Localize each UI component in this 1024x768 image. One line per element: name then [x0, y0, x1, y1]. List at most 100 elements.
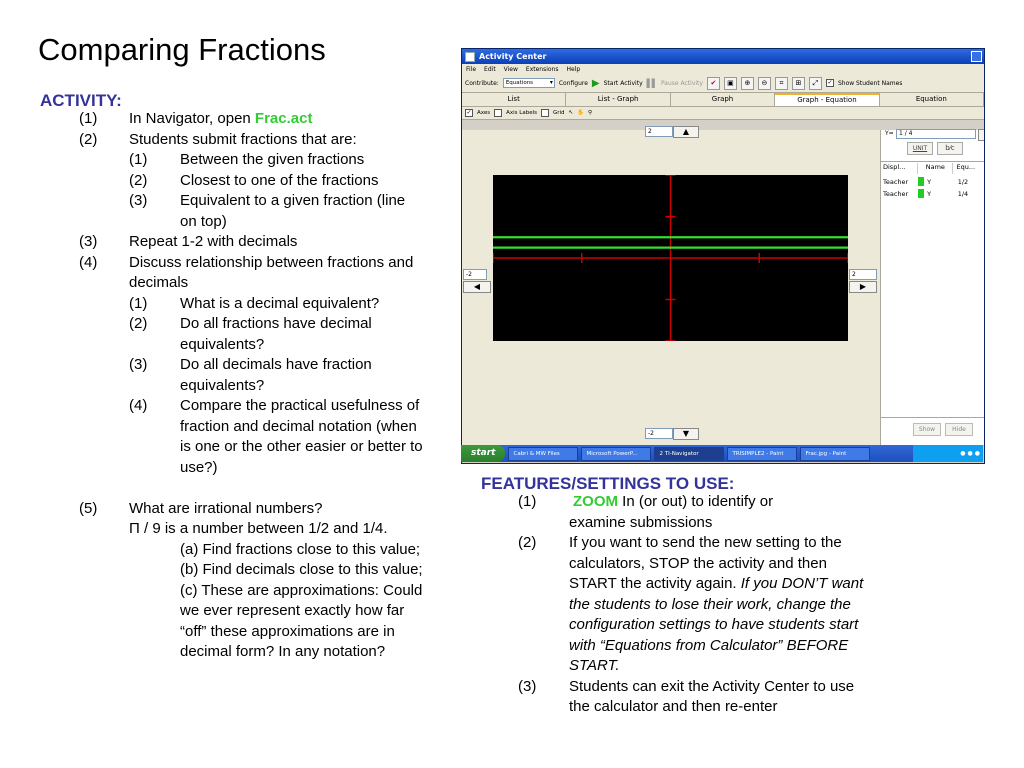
equation-submit-button[interactable]	[978, 129, 984, 141]
pan-up-button[interactable]: ▲	[673, 126, 699, 138]
show-student-names-checkbox[interactable]: ✓	[825, 79, 834, 87]
column-name[interactable]: Name	[918, 163, 954, 174]
divider	[881, 417, 984, 418]
pause-activity-button[interactable]: Pause Activity	[661, 80, 703, 87]
window-settings-icon[interactable]: ⤢	[808, 76, 822, 90]
start-activity-button[interactable]: Start Activity	[604, 80, 643, 87]
tab-graph-equation[interactable]: Graph - Equation	[775, 93, 880, 106]
ymin-field[interactable]: -2	[645, 428, 673, 439]
zoom-box-icon[interactable]: ⌗	[774, 76, 788, 90]
frac-act-filename: Frac.act	[254, 110, 313, 127]
activity-heading: ACTIVITY:	[40, 91, 122, 110]
menu-extensions[interactable]: Extensions	[526, 66, 559, 73]
view-tabs: List List - Graph Graph Graph - Equation…	[462, 93, 984, 107]
list-item: (3) Students can exit the Activity Cente…	[518, 677, 855, 716]
list-item: (3) Do all decimals have fraction equiva…	[129, 356, 372, 394]
hide-button[interactable]: Hide	[945, 423, 973, 436]
tab-equation[interactable]: Equation	[880, 93, 984, 106]
slide-title: Comparing Fractions	[38, 32, 326, 67]
list-item: (3) Repeat 1-2 with decimals	[79, 233, 298, 250]
taskbar-item[interactable]: TRISIMPLE2 - Paint	[727, 446, 798, 461]
list-item: (1) ZOOM In (or out) to identify or exam…	[518, 493, 774, 531]
minimize-button[interactable]	[971, 51, 982, 62]
unit-button[interactable]: UNIT	[907, 142, 933, 155]
pan-down-button[interactable]: ▼	[673, 428, 699, 440]
y-equals-label: Y=	[885, 130, 894, 137]
taskbar-item[interactable]: Frac.jpg - Paint	[800, 446, 871, 461]
package-icon[interactable]: ▣	[723, 76, 737, 90]
window-title: Activity Center	[479, 52, 547, 61]
menu-file[interactable]: File	[466, 66, 476, 73]
xmax-field[interactable]: 2	[849, 269, 877, 280]
axis-labels-label: Axis Labels	[506, 110, 537, 116]
app-icon	[465, 51, 475, 62]
graph-pane: 2 ▲ -2 ◀ 2 ▶ -2 ▼	[462, 126, 880, 445]
taskbar-item[interactable]: Cabri & MW Files	[508, 446, 579, 461]
table-header: Displ... Name Equ...	[881, 163, 984, 174]
grid-checkbox[interactable]	[540, 109, 549, 117]
fraction-toggle-icon[interactable]: b⁄c	[937, 142, 963, 155]
column-display[interactable]: Displ...	[881, 163, 919, 174]
menu-view[interactable]: View	[504, 66, 518, 73]
axes-label: Axes	[477, 110, 491, 116]
menu-help[interactable]: Help	[567, 66, 581, 73]
grid-label: Grid	[552, 110, 565, 116]
pointer-icon[interactable]: ↖	[569, 110, 574, 116]
list-item: (4) Compare the practical usefulness of …	[129, 397, 423, 476]
pan-right-button[interactable]: ▶	[849, 281, 877, 293]
contribute-label: Contribute:	[465, 79, 499, 87]
hand-icon[interactable]: ✋	[577, 110, 584, 116]
menu-edit[interactable]: Edit	[484, 66, 496, 73]
tray-icon[interactable]: ●	[975, 450, 980, 457]
graph-plot[interactable]	[493, 175, 848, 341]
list-item: (1) What is a decimal equivalent?	[129, 294, 380, 312]
xmin-field[interactable]: -2	[463, 269, 487, 280]
divider	[881, 161, 984, 162]
list-item: (2) Do all fractions have decimal equiva…	[129, 315, 372, 353]
list-item: (1) In Navigator, open Frac.act	[79, 110, 313, 127]
tab-list[interactable]: List	[462, 93, 567, 106]
taskbar: start Cabri & MW Files Microsoft PowerP.…	[461, 445, 983, 462]
equation-pane: Y= 1 / 4 UNIT b⁄c Displ... Name Equ... T…	[880, 129, 984, 445]
zoom-keyword: ZOOM	[573, 493, 618, 510]
system-tray: ● ● ●	[913, 445, 983, 462]
list-item: (2) If you want to send the new setting …	[518, 534, 864, 674]
taskbar-item-active[interactable]: 2 TI-Navigator	[654, 446, 725, 461]
tray-icon[interactable]: ●	[968, 450, 973, 457]
check-icon[interactable]: ✔	[706, 76, 720, 90]
graph-options-bar: ✓ Axes Axis Labels Grid ↖ ✋ ⚲	[462, 107, 984, 120]
zoom-in-icon[interactable]: ⊕	[740, 76, 754, 90]
activity-center-window: Activity Center File Edit View Extension…	[461, 48, 985, 464]
zoom-out-icon[interactable]: ⊖	[757, 76, 771, 90]
list-item: (3) Equivalent to a given fraction (line…	[129, 192, 406, 230]
axes-checkbox[interactable]: ✓	[465, 109, 473, 117]
menubar: File Edit View Extensions Help	[462, 64, 984, 74]
pan-left-button[interactable]: ◀	[463, 281, 491, 293]
table-row[interactable]: Teacher Y 1/2	[881, 176, 984, 187]
show-button[interactable]: Show	[913, 423, 941, 436]
start-button[interactable]: start	[461, 445, 506, 462]
graph-settings-icon[interactable]: ⊞	[791, 76, 805, 90]
magnify-icon[interactable]: ⚲	[588, 110, 592, 116]
list-item: (2) Students submit fractions that are:	[79, 130, 357, 148]
equation-input[interactable]: 1 / 4	[896, 129, 976, 139]
ymax-field[interactable]: 2	[645, 126, 673, 137]
contribute-select[interactable]: Equations	[502, 78, 555, 88]
features-list: (1) ZOOM In (or out) to identify or exam…	[0, 492, 1024, 718]
tab-graph[interactable]: Graph	[671, 93, 776, 106]
taskbar-item[interactable]: Microsoft PowerP...	[581, 446, 652, 461]
table-row[interactable]: Teacher Y 1/4	[881, 188, 984, 199]
pause-icon[interactable]: ▌▌	[647, 79, 658, 88]
axis-labels-checkbox[interactable]	[494, 109, 503, 117]
features-heading: FEATURES/SETTINGS TO USE:	[481, 474, 735, 493]
list-item: (1) Between the given fractions	[129, 151, 365, 168]
play-icon[interactable]: ▶	[592, 78, 600, 89]
tray-icon[interactable]: ●	[960, 450, 965, 457]
toolbar: Contribute: Equations Configure ▶ Start …	[462, 74, 984, 93]
list-item: (4) Discuss relationship between fractio…	[79, 253, 414, 292]
list-item: (2) Closest to one of the fractions	[129, 171, 379, 189]
window-titlebar: Activity Center	[462, 49, 984, 64]
tab-list-graph[interactable]: List - Graph	[566, 93, 671, 106]
column-equation[interactable]: Equ...	[953, 163, 984, 174]
configure-button[interactable]: Configure	[559, 80, 588, 87]
